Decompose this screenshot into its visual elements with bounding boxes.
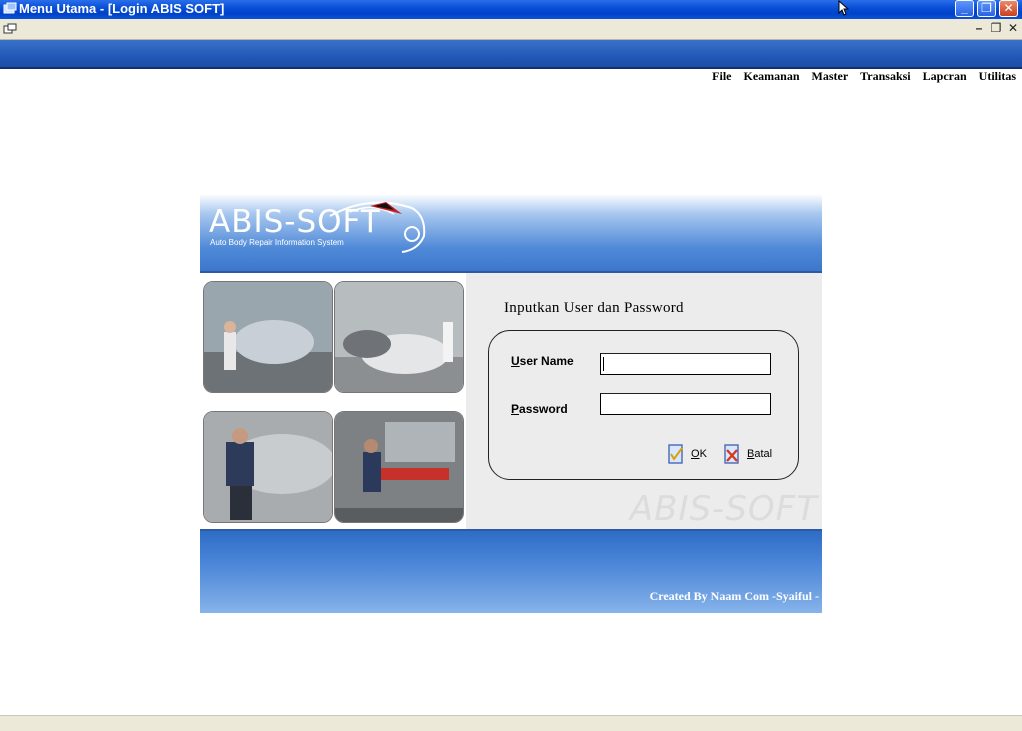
window-title: Menu Utama - [Login ABIS SOFT] xyxy=(19,1,225,16)
workshop-photo-2 xyxy=(334,281,464,393)
close-icon: ✕ xyxy=(1003,1,1014,15)
app-icon xyxy=(3,2,17,14)
cancel-x-icon xyxy=(724,444,739,464)
close-button[interactable]: ✕ xyxy=(999,0,1018,17)
mouse-cursor-icon xyxy=(838,0,850,16)
document-icon xyxy=(3,23,17,34)
mdi-close-button[interactable]: ✕ xyxy=(1006,22,1020,36)
workshop-photo-1 xyxy=(203,281,333,393)
menu-master[interactable]: Master xyxy=(812,69,849,85)
login-panel: ABIS-SOFT Auto Body Repair Information S… xyxy=(200,194,822,613)
login-footer: Created By Naam Com -Syaiful - xyxy=(200,529,822,613)
menu-transaksi[interactable]: Transaksi xyxy=(860,69,910,85)
username-input[interactable] xyxy=(600,353,771,375)
username-label: User Name xyxy=(511,354,574,368)
minimize-button[interactable]: _ xyxy=(955,0,974,17)
mdi-minimize-button[interactable]: – xyxy=(972,22,986,36)
toolbar-band xyxy=(0,40,1022,69)
photo-collage xyxy=(200,273,466,529)
workshop-photo-4 xyxy=(334,411,464,523)
menu-laporan[interactable]: Lapcran xyxy=(923,69,967,85)
login-header: ABIS-SOFT Auto Body Repair Information S… xyxy=(200,194,822,273)
login-form-frame: User Name Password OK Batal xyxy=(488,330,799,480)
menu-file[interactable]: File xyxy=(712,69,731,85)
car-logo-icon xyxy=(329,201,426,253)
password-input[interactable] xyxy=(600,393,771,415)
mdi-child-caption: – ❐ ✕ xyxy=(0,19,1022,40)
restore-icon: ❐ xyxy=(981,1,992,15)
minimize-icon: _ xyxy=(961,1,968,15)
cancel-button[interactable]: Batal xyxy=(723,442,772,466)
menu-bar: File Keamanan Master Transaksi Lapcran U… xyxy=(712,69,1016,85)
mdi-restore-button[interactable]: ❐ xyxy=(989,22,1003,36)
status-bar xyxy=(0,715,1022,731)
text-caret xyxy=(603,357,604,371)
login-form-area: Inputkan User dan Password User Name Pas… xyxy=(466,273,822,529)
menu-utilitas[interactable]: Utilitas xyxy=(979,69,1016,85)
watermark-logo: ABIS-SOFT xyxy=(629,489,818,529)
checkmark-icon xyxy=(668,444,683,464)
ok-button[interactable]: OK xyxy=(667,442,707,466)
window-titlebar[interactable]: Menu Utama - [Login ABIS SOFT] _ ❐ ✕ xyxy=(0,0,1022,19)
menu-keamanan[interactable]: Keamanan xyxy=(744,69,800,85)
restore-button[interactable]: ❐ xyxy=(977,0,996,17)
login-heading: Inputkan User dan Password xyxy=(504,300,684,316)
password-label: Password xyxy=(511,402,568,416)
credit-text: Created By Naam Com -Syaiful - xyxy=(649,589,819,603)
workshop-photo-3 xyxy=(203,411,333,523)
